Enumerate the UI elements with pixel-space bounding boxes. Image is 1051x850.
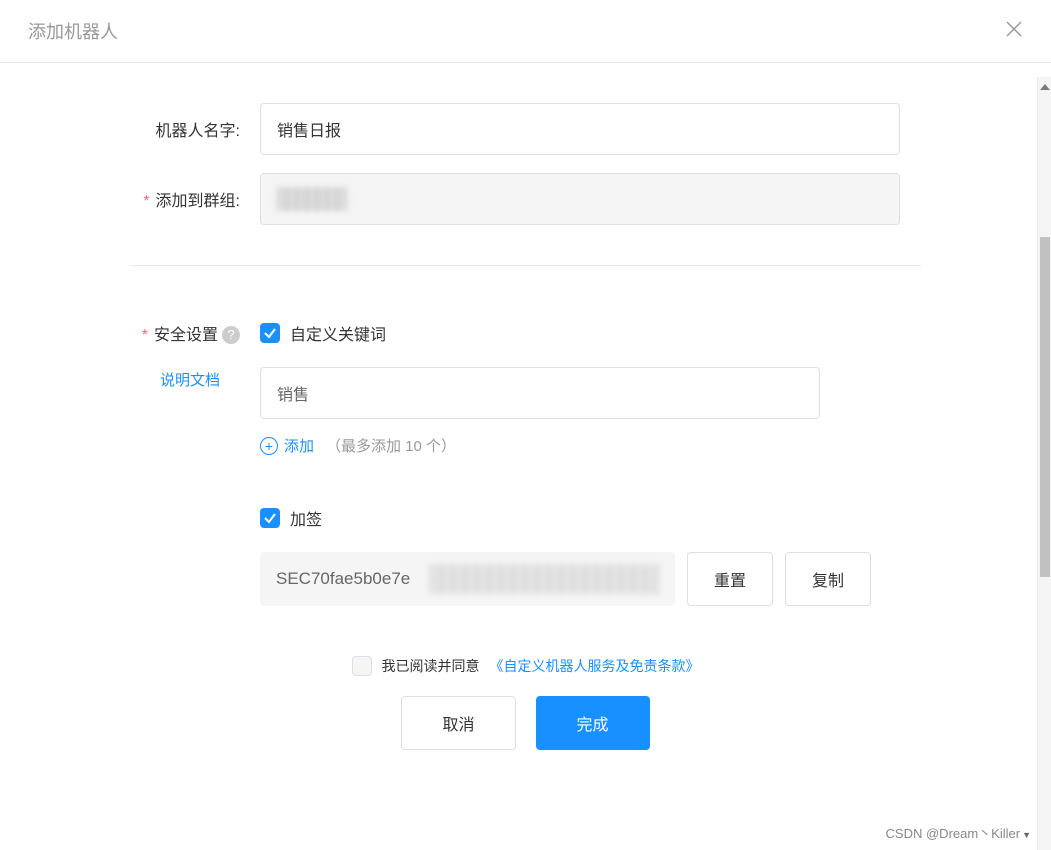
robot-name-input[interactable] — [260, 103, 900, 155]
group-row: 添加到群组: — [40, 173, 1011, 225]
close-icon — [1005, 20, 1023, 38]
add-keyword-row: + 添加 （最多添加 10 个） — [260, 435, 900, 456]
agree-checkbox[interactable] — [352, 656, 372, 676]
modal-body: 机器人名字: 添加到群组: 安全设置? 说明文档 自定义关键词 — [0, 63, 1051, 750]
agree-row: 我已阅读并同意 《自定义机器人服务及免责条款》 — [352, 656, 700, 676]
custom-keyword-label: 自定义关键词 — [290, 321, 386, 345]
secret-row: SEC70fae5b0e7e 重置 复制 — [260, 552, 900, 606]
robot-name-label: 机器人名字: — [40, 103, 260, 141]
group-value-blurred — [277, 187, 347, 211]
scrollbar[interactable] — [1037, 77, 1051, 850]
security-row: 安全设置? 说明文档 自定义关键词 + 添加 （最多添加 10 个） 加签 — [40, 321, 1011, 606]
add-keyword-link[interactable]: 添加 — [284, 435, 314, 456]
sign-label: 加签 — [290, 506, 322, 530]
custom-keyword-checkbox-row: 自定义关键词 — [260, 321, 900, 345]
robot-name-row: 机器人名字: — [40, 103, 1011, 155]
add-keyword-hint: （最多添加 10 个） — [326, 435, 456, 456]
copy-button[interactable]: 复制 — [785, 552, 871, 606]
watermark: CSDN @Dream丶Killer — [886, 823, 1031, 842]
sign-checkbox-row: 加签 — [260, 506, 900, 530]
sign-checkbox[interactable] — [260, 508, 280, 528]
check-icon — [263, 511, 277, 525]
reset-button[interactable]: 重置 — [687, 552, 773, 606]
footer-buttons: 取消 完成 — [401, 696, 649, 750]
group-label: 添加到群组: — [40, 173, 260, 211]
scrollbar-thumb[interactable] — [1040, 237, 1050, 577]
secret-blurred — [429, 564, 659, 594]
close-button[interactable] — [1005, 18, 1023, 44]
group-input[interactable] — [260, 173, 900, 225]
footer: 我已阅读并同意 《自定义机器人服务及免责条款》 取消 完成 — [40, 656, 1011, 750]
agree-text: 我已阅读并同意 — [382, 656, 480, 676]
check-icon — [263, 326, 277, 340]
security-label: 安全设置 — [142, 327, 218, 344]
cancel-button[interactable]: 取消 — [401, 696, 515, 750]
keyword-input[interactable] — [260, 367, 820, 419]
doc-link[interactable]: 说明文档 — [40, 369, 240, 390]
scroll-up-arrow[interactable] — [1040, 84, 1050, 94]
custom-keyword-checkbox[interactable] — [260, 323, 280, 343]
secret-value: SEC70fae5b0e7e — [260, 552, 675, 606]
agree-link[interactable]: 《自定义机器人服务及免责条款》 — [490, 656, 700, 676]
divider — [130, 265, 921, 266]
plus-icon[interactable]: + — [260, 437, 278, 455]
help-icon[interactable]: ? — [222, 326, 240, 344]
confirm-button[interactable]: 完成 — [536, 696, 650, 750]
modal-header: 添加机器人 — [0, 0, 1051, 63]
modal-title: 添加机器人 — [28, 18, 118, 44]
